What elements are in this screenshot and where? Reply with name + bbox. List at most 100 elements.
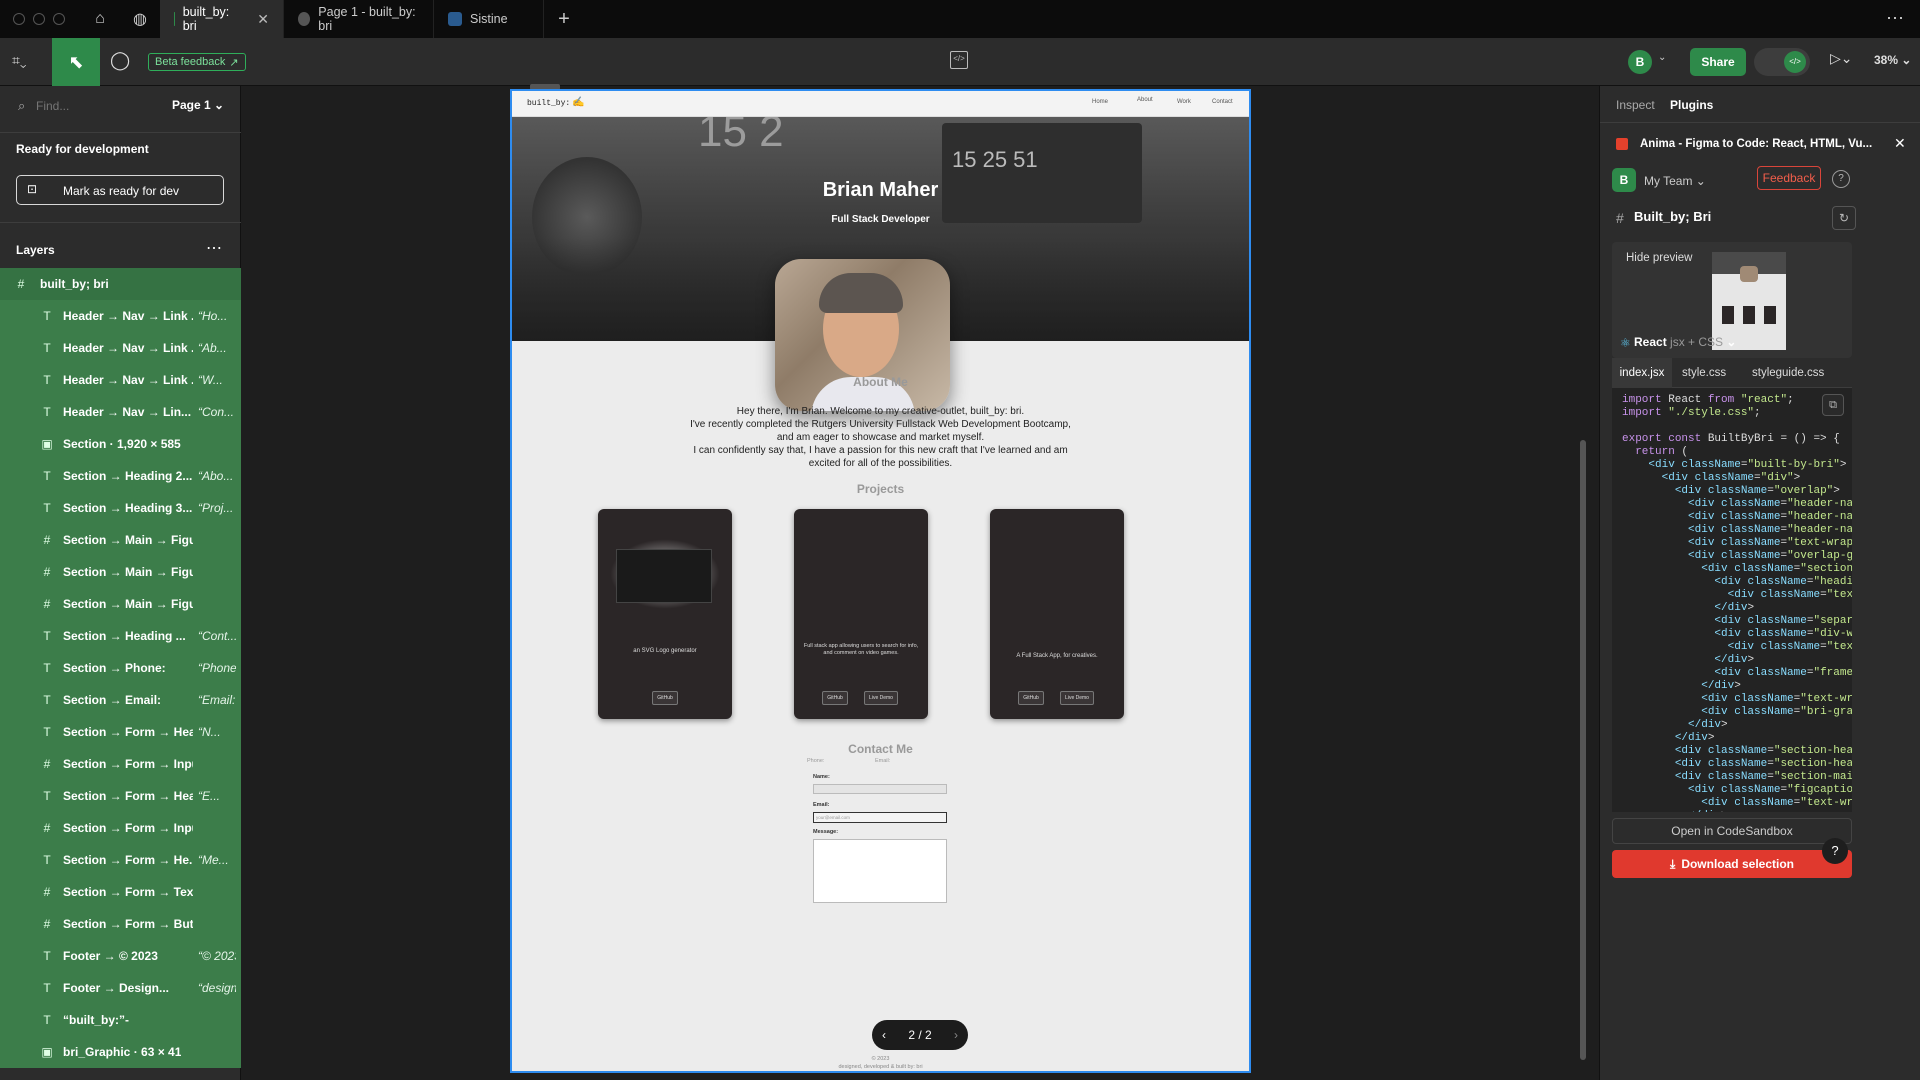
download-selection-button[interactable]: ⤓ Download selection: [1612, 850, 1852, 878]
minimize-window-button[interactable]: [33, 13, 45, 25]
tab-styleguide-css[interactable]: styleguide.css: [1752, 358, 1824, 388]
tab-inspect[interactable]: Inspect: [1616, 98, 1655, 112]
close-window-button[interactable]: [13, 13, 25, 25]
project-card-creatives[interactable]: A Full Stack App, for creatives. GitHub …: [990, 509, 1124, 719]
dev-code-icon[interactable]: </>: [950, 51, 968, 69]
share-button[interactable]: Share: [1690, 48, 1746, 76]
mark-as-ready-button[interactable]: ⊡ Mark as ready for dev: [16, 175, 224, 205]
code-viewer[interactable]: import React from "react"; import "./styl…: [1612, 388, 1852, 812]
refresh-icon[interactable]: ↻: [1832, 206, 1856, 230]
zoom-level[interactable]: 38% ⌄: [1874, 53, 1911, 67]
copy-icon[interactable]: ⧉: [1822, 394, 1844, 416]
layer-row[interactable]: T Section → Form → He... “Me...: [0, 844, 241, 876]
nav-about-link[interactable]: About: [1137, 97, 1153, 103]
layer-row[interactable]: # built_by; bri: [0, 268, 241, 300]
tab-style-css[interactable]: style.css: [1682, 358, 1726, 388]
next-frame-icon[interactable]: ›: [954, 1028, 958, 1042]
tab-plugins[interactable]: Plugins: [1670, 98, 1713, 112]
tab-index-jsx[interactable]: index.jsx: [1612, 358, 1672, 388]
layer-row[interactable]: ▣ Section · 1,920 × 585: [0, 428, 241, 460]
layer-value: “Proj...: [198, 501, 234, 515]
new-tab-icon[interactable]: +: [544, 0, 584, 38]
text-layer-icon: T: [43, 469, 51, 483]
beta-feedback-button[interactable]: Beta feedback ↗: [148, 53, 246, 71]
github-button[interactable]: GitHub: [652, 691, 678, 705]
layer-row[interactable]: T Header → Nav → Link ... “Ho...: [0, 300, 241, 332]
layer-row[interactable]: T “built_by:”-: [0, 1004, 241, 1036]
nav-home-link[interactable]: Home: [1092, 99, 1108, 105]
layer-row[interactable]: T Section → Heading ... “Cont...: [0, 620, 241, 652]
layer-row[interactable]: T Section → Form → Hea... “N...: [0, 716, 241, 748]
layer-name: Section → Heading 2...: [63, 469, 193, 483]
github-button[interactable]: GitHub: [1018, 691, 1044, 705]
layer-row[interactable]: # Section → Form → Input: [0, 748, 241, 780]
layer-row[interactable]: # Section → Main → Figure: [0, 524, 241, 556]
layer-row[interactable]: T Section → Form → Hea... “E...: [0, 780, 241, 812]
tab-page-1[interactable]: Page 1 - built_by: bri: [284, 0, 434, 38]
divider: [1600, 122, 1920, 123]
live-demo-button[interactable]: Live Demo: [1060, 691, 1094, 705]
layer-row[interactable]: T Header → Nav → Lin... “Con...: [0, 396, 241, 428]
find-input[interactable]: [36, 96, 156, 116]
name-input[interactable]: [813, 784, 947, 794]
help-icon[interactable]: ?: [1822, 838, 1848, 864]
website-frame[interactable]: built_by: ✍ Home About Work Contact 15 2…: [510, 89, 1251, 1073]
layer-row[interactable]: T Section → Email: “Email: “-: [0, 684, 241, 716]
tab-sistine[interactable]: Sistine: [434, 0, 544, 38]
github-button[interactable]: GitHub: [822, 691, 848, 705]
layer-row[interactable]: # Section → Main → Figure: [0, 588, 241, 620]
team-selector[interactable]: My Team ⌄: [1644, 174, 1706, 188]
select-tool-icon[interactable]: ⬉: [52, 38, 100, 86]
layer-row[interactable]: T Section → Heading 2... “Abo...: [0, 460, 241, 492]
chevron-down-icon[interactable]: ⌄: [1658, 52, 1666, 63]
avatar[interactable]: B: [1628, 50, 1652, 74]
layer-row[interactable]: T Footer → © 2023 “© 2023”-: [0, 940, 241, 972]
layer-row[interactable]: ▣ bri_Graphic · 63 × 41: [0, 1036, 241, 1068]
layer-row[interactable]: T Section → Phone: “Phone: “-: [0, 652, 241, 684]
layer-row[interactable]: T Header → Nav → Link ... “W...: [0, 364, 241, 396]
layer-row[interactable]: # Section → Form → Button: [0, 908, 241, 940]
text-layer-icon: T: [43, 949, 51, 963]
present-icon[interactable]: ▷⌄: [1830, 50, 1853, 67]
layer-row[interactable]: # Section → Main → Figure: [0, 556, 241, 588]
dev-mode-toggle[interactable]: </>: [1754, 48, 1810, 76]
more-options-icon[interactable]: ⋯: [206, 238, 222, 258]
nav-work-link[interactable]: Work: [1177, 99, 1191, 105]
zoom-window-button[interactable]: [53, 13, 65, 25]
close-tab-icon[interactable]: ✕: [257, 11, 269, 28]
main-menu-icon[interactable]: ⌗⌄: [12, 52, 27, 69]
close-plugin-icon[interactable]: ✕: [1894, 135, 1906, 152]
message-field-label: Message:: [813, 829, 839, 835]
email-input[interactable]: your@email.com: [813, 812, 947, 823]
project-card-svg-logo[interactable]: an SVG Logo generator GitHub: [598, 509, 732, 719]
layer-row[interactable]: T Footer → Design... “designed...: [0, 972, 241, 1004]
layer-row[interactable]: T Section → Heading 3... “Proj...: [0, 492, 241, 524]
nav-contact-link[interactable]: Contact: [1212, 99, 1233, 105]
project-card-video-games[interactable]: Full stack app allowing users to search …: [794, 509, 928, 719]
tab-built-by-bri[interactable]: built_by: bri ✕: [160, 0, 284, 38]
previous-frame-icon[interactable]: ‹: [882, 1028, 886, 1042]
feedback-button[interactable]: Feedback: [1757, 166, 1821, 190]
live-demo-button[interactable]: Live Demo: [864, 691, 898, 705]
hide-preview-button[interactable]: Hide preview: [1626, 252, 1692, 264]
layer-row[interactable]: # Section → Form → Textarea: [0, 876, 241, 908]
page-selector[interactable]: Page 1 ⌄: [172, 98, 224, 112]
more-icon[interactable]: ⋯: [1886, 8, 1904, 29]
layer-name: Section → Form → Input: [63, 821, 193, 835]
layer-row[interactable]: T Header → Nav → Link ... “Ab...: [0, 332, 241, 364]
comment-icon[interactable]: ◯: [110, 50, 130, 71]
code-line: import React from "react";: [1622, 394, 1794, 406]
framework-selector[interactable]: React jsx + CSS ⌄: [1634, 335, 1736, 349]
figma-toolbar: ⌗⌄ ⬉ ◯ Beta feedback ↗ </> B ⌄ Share </>…: [0, 38, 1920, 86]
message-textarea[interactable]: [813, 839, 947, 903]
home-icon[interactable]: ⌂: [80, 0, 120, 38]
canvas-scrollbar[interactable]: [1580, 440, 1586, 1060]
code-line: <div className="div">: [1661, 472, 1801, 484]
layer-row[interactable]: # Section → Form → Input: [0, 812, 241, 844]
globe-icon[interactable]: ◍: [120, 0, 160, 38]
code-line: import "./style.css";: [1622, 407, 1761, 419]
open-codesandbox-button[interactable]: Open in CodeSandbox: [1612, 818, 1852, 844]
help-icon[interactable]: ?: [1832, 170, 1850, 188]
layer-name: Section → Form → Input: [63, 757, 193, 771]
text-layer-icon: T: [43, 405, 51, 419]
